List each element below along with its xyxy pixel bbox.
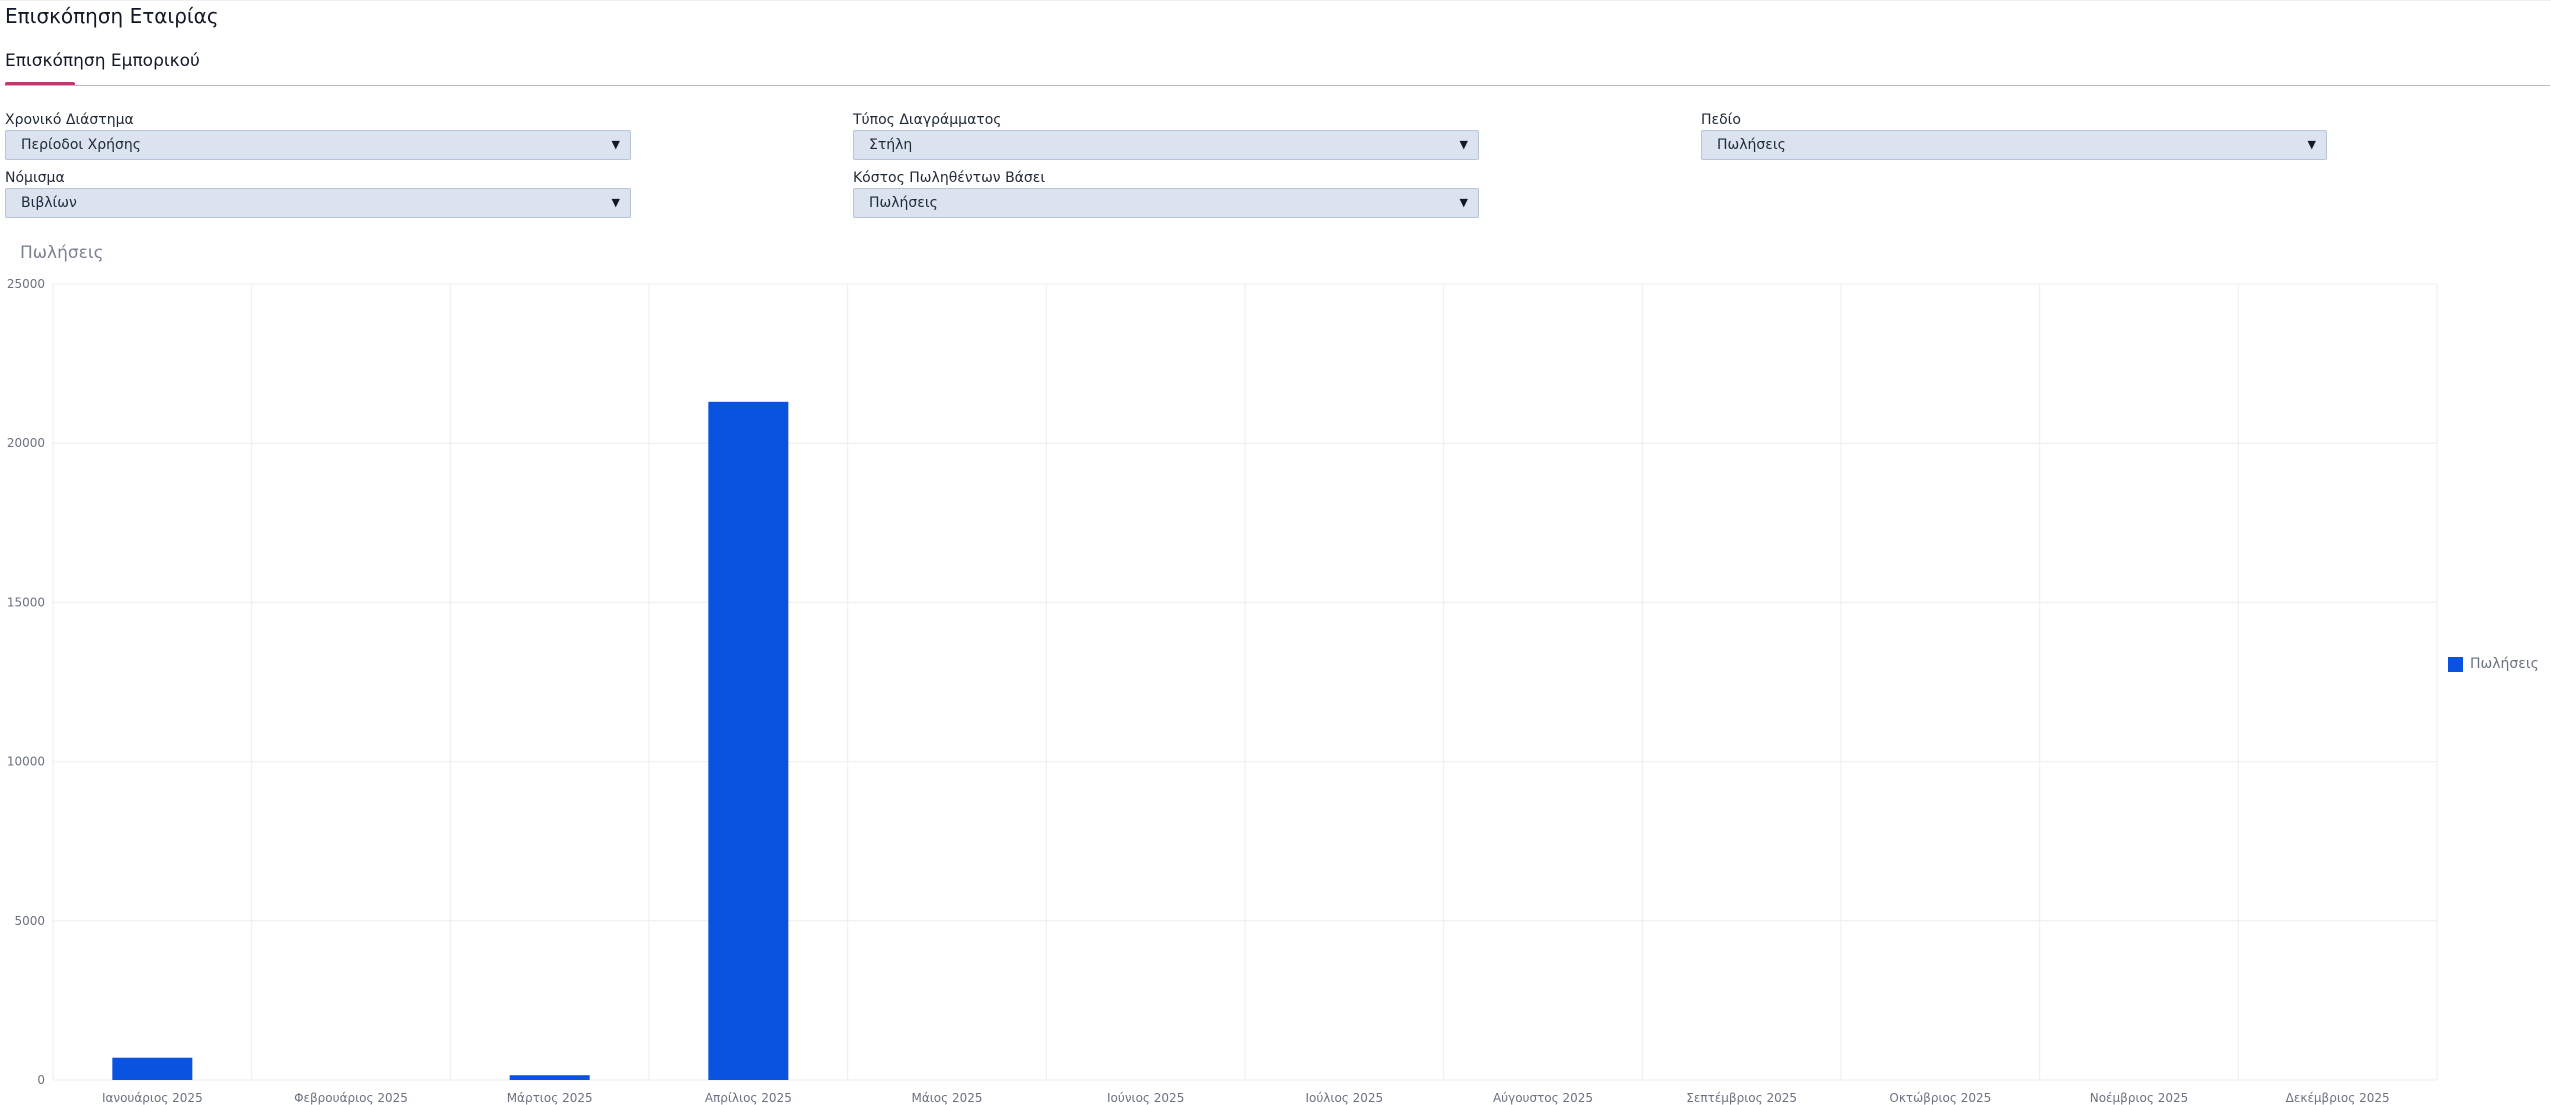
filter-label: Χρονικό Διάστημα — [5, 112, 134, 128]
legend-label: Πωλήσεις — [2470, 656, 2539, 672]
select-value: Στήλη — [869, 137, 913, 153]
chart-type-select[interactable]: Στήλη ▼ — [853, 130, 1479, 160]
x-tick-label: Νοέμβριος 2025 — [2090, 1091, 2189, 1105]
legend-swatch — [2448, 656, 2463, 672]
select-value: Πωλήσεις — [869, 195, 938, 211]
filter-label: Πεδίο — [1701, 112, 1741, 128]
tabs-divider — [5, 85, 2550, 86]
select-value: Πωλήσεις — [1717, 137, 1786, 153]
page-title: Επισκόπηση Εταιρίας — [5, 4, 219, 28]
bar[interactable] — [708, 401, 789, 1080]
bar[interactable] — [112, 1057, 193, 1080]
x-tick-label: Απρίλιος 2025 — [705, 1091, 792, 1105]
y-tick-label: 5000 — [14, 914, 45, 928]
filter-field: Πεδίο Πωλήσεις ▼ — [1701, 112, 2327, 160]
select-value: Βιβλίων — [21, 195, 77, 211]
y-tick-label: 25000 — [7, 277, 45, 291]
chart-legend[interactable]: Πωλήσεις — [2448, 656, 2539, 672]
chart-title: Πωλήσεις — [20, 243, 104, 263]
filter-chart-type: Τύπος Διαγράμματος Στήλη ▼ — [853, 112, 1479, 160]
x-tick-label: Δεκέμβριος 2025 — [2286, 1091, 2390, 1105]
top-border — [0, 0, 2551, 1]
filter-label: Τύπος Διαγράμματος — [853, 112, 1002, 128]
caret-down-icon: ▼ — [611, 138, 620, 151]
x-tick-label: Μάιος 2025 — [911, 1091, 982, 1105]
filter-time-range: Χρονικό Διάστημα Περίοδοι Χρήσης ▼ — [5, 112, 631, 160]
cost-basis-select[interactable]: Πωλήσεις ▼ — [853, 188, 1479, 218]
currency-select[interactable]: Βιβλίων ▼ — [5, 188, 631, 218]
x-tick-label: Ιούνιος 2025 — [1107, 1091, 1184, 1105]
bar[interactable] — [509, 1075, 590, 1080]
y-tick-label: 0 — [37, 1073, 45, 1087]
y-tick-label: 10000 — [7, 755, 45, 769]
caret-down-icon: ▼ — [1459, 138, 1468, 151]
filter-cost-basis: Κόστος Πωληθέντων Βάσει Πωλήσεις ▼ — [853, 170, 1479, 218]
y-tick-label: 20000 — [7, 436, 45, 450]
x-tick-label: Μάρτιος 2025 — [507, 1091, 593, 1105]
filter-label: Νόμισμα — [5, 170, 65, 186]
y-tick-label: 15000 — [7, 595, 45, 609]
x-tick-label: Ιούλιος 2025 — [1305, 1091, 1383, 1105]
x-tick-label: Οκτώβριος 2025 — [1889, 1091, 1991, 1105]
time-range-select[interactable]: Περίοδοι Χρήσης ▼ — [5, 130, 631, 160]
x-tick-label: Ιανουάριος 2025 — [102, 1091, 203, 1105]
tab-commercial-overview[interactable]: Επισκόπηση Εμπορικού — [5, 51, 200, 71]
caret-down-icon: ▼ — [1459, 196, 1468, 209]
filter-currency: Νόμισμα Βιβλίων ▼ — [5, 170, 631, 218]
sales-bar-chart: 0 5000 10000 15000 20000 25000 Ιανουάριος 2025… — [7, 277, 2438, 1105]
x-tick-label: Φεβρουάριος 2025 — [294, 1091, 408, 1105]
select-value: Περίοδοι Χρήσης — [21, 137, 141, 153]
filter-label: Κόστος Πωληθέντων Βάσει — [853, 170, 1046, 186]
x-tick-label: Αύγουστος 2025 — [1493, 1091, 1593, 1105]
caret-down-icon: ▼ — [611, 196, 620, 209]
field-select[interactable]: Πωλήσεις ▼ — [1701, 130, 2327, 160]
caret-down-icon: ▼ — [2307, 138, 2316, 151]
x-tick-label: Σεπτέμβριος 2025 — [1686, 1091, 1797, 1105]
